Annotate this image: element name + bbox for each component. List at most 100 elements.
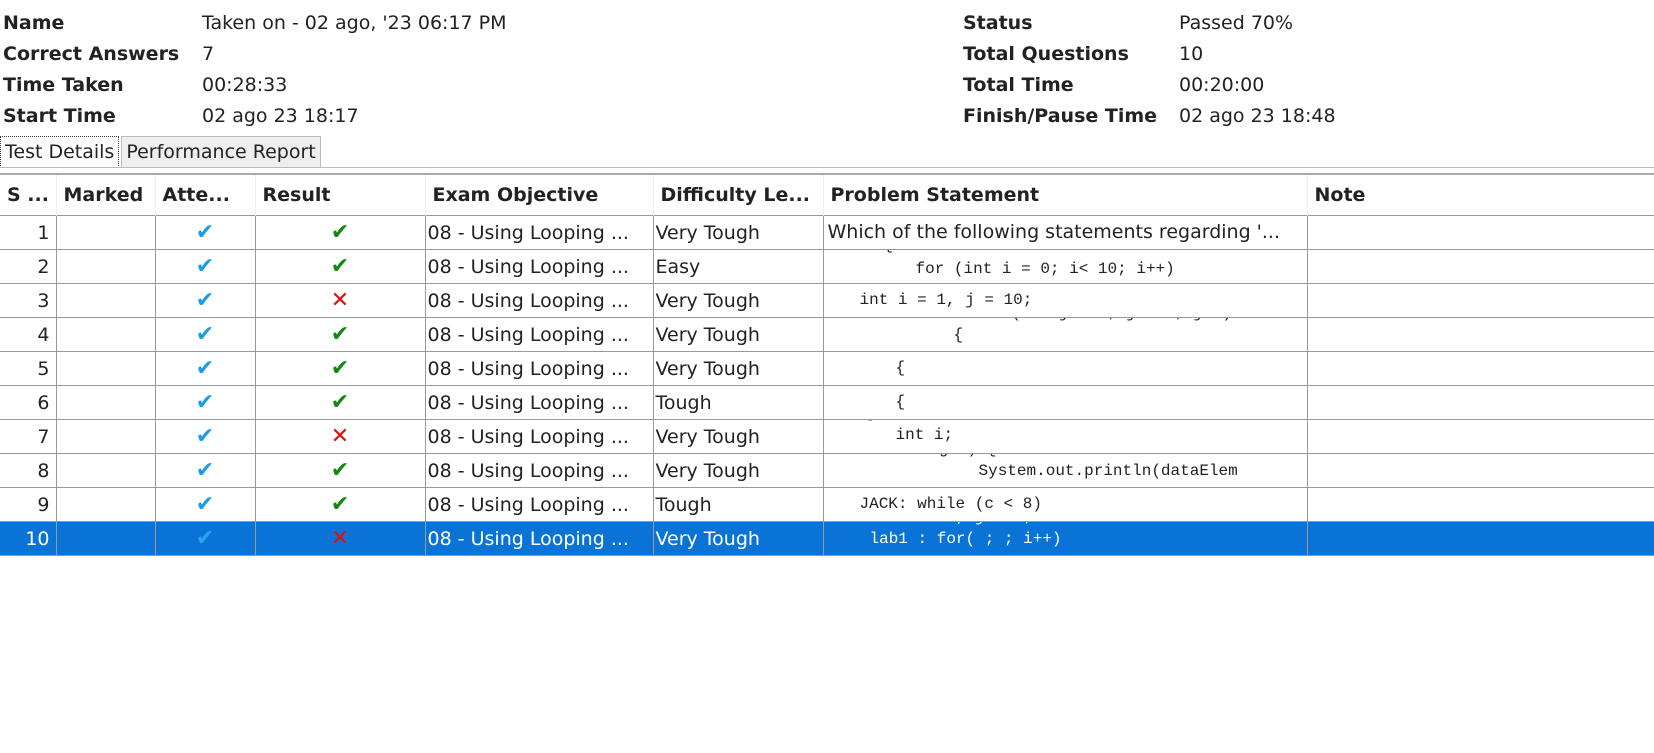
wrong-x-icon: ✕ bbox=[330, 288, 350, 313]
exam-objective: 08 - Using Looping ... bbox=[425, 215, 654, 250]
check-icon: ✔ bbox=[195, 220, 215, 245]
tab-performance-report[interactable]: Performance Report bbox=[121, 136, 321, 168]
correct-check-icon: ✔ bbox=[330, 322, 350, 347]
table-row[interactable]: 5 ✔ ✔ 08 - Using Looping ... Very Tough { bbox=[0, 351, 1654, 386]
difficulty-level: Easy bbox=[653, 249, 824, 284]
check-icon: ✔ bbox=[195, 492, 215, 517]
table-row[interactable]: 9 ✔ ✔ 08 - Using Looping ... Tough JACK: whil… bbox=[0, 487, 1654, 522]
divider bbox=[0, 167, 1654, 168]
column-header[interactable]: Exam Objective bbox=[425, 174, 654, 216]
wrong-x-icon: ✕ bbox=[330, 526, 350, 551]
exam-objective: 08 - Using Looping ... bbox=[425, 487, 654, 522]
result-cell: ✔ bbox=[255, 487, 426, 522]
summary-value: 10 bbox=[1179, 43, 1204, 65]
difficulty-level: Very Tough bbox=[653, 351, 824, 386]
marked-cell bbox=[56, 215, 156, 250]
note-cell bbox=[1307, 419, 1654, 454]
note-cell bbox=[1307, 215, 1654, 250]
summary-value: 00:28:33 bbox=[202, 74, 288, 96]
difficulty-level: Very Tough bbox=[653, 521, 824, 556]
table-row[interactable]: 6 ✔ ✔ 08 - Using Looping ... Tough { bbox=[0, 385, 1654, 420]
attempted-cell: ✔ bbox=[155, 419, 256, 454]
column-header[interactable]: Marked bbox=[56, 174, 156, 216]
column-header[interactable]: Result bbox=[255, 174, 426, 216]
column-header[interactable]: Difficulty Le... bbox=[653, 174, 824, 216]
attempted-cell: ✔ bbox=[155, 521, 256, 556]
attempted-cell: ✔ bbox=[155, 453, 256, 488]
summary-label: Time Taken bbox=[3, 74, 124, 96]
table-row[interactable]: 10 ✔ ✕ 08 - Using Looping ...Very Tough int … bbox=[0, 521, 1654, 556]
summary-value: Taken on - 02 ago, '23 06:17 PM bbox=[202, 12, 507, 34]
table-row[interactable]: 3 ✔ ✕ 08 - Using Looping ... Very Tough int i… bbox=[0, 283, 1654, 318]
table-row[interactable]: 1 ✔ ✔ 08 - Using Looping ... Very Tough Which… bbox=[0, 215, 1654, 250]
summary-value: 02 ago 23 18:17 bbox=[202, 105, 359, 127]
note-cell bbox=[1307, 385, 1654, 420]
tab-test-details[interactable]: Test Details bbox=[0, 136, 120, 168]
problem-text-line: int i; bbox=[895, 426, 954, 444]
attempted-cell: ✔ bbox=[155, 317, 256, 352]
marked-cell bbox=[56, 487, 156, 522]
problem-text-line: { bbox=[895, 393, 906, 411]
correct-check-icon: ✔ bbox=[330, 356, 350, 381]
problem-text-line: lab1 : for( ; ; i++) bbox=[869, 530, 1062, 548]
check-icon: ✔ bbox=[195, 424, 215, 449]
summary-label: Finish/Pause Time bbox=[963, 105, 1158, 127]
summary-label: Correct Answers bbox=[3, 43, 180, 65]
marked-cell bbox=[56, 283, 156, 318]
serial-number: 9 bbox=[0, 487, 57, 522]
result-cell: ✕ bbox=[255, 521, 426, 556]
attempted-cell: ✔ bbox=[155, 215, 256, 250]
table-row[interactable]: 8 ✔ ✔ 08 - Using Looping ...Very ToughdataL… bbox=[0, 453, 1654, 488]
problem-text-line: System.out.println(dataElem bbox=[978, 462, 1238, 480]
problem-text-line: { bbox=[953, 326, 964, 344]
problem-text-line: { bbox=[864, 421, 874, 423]
wrong-x-icon: ✕ bbox=[330, 424, 350, 449]
difficulty-level: Very Tough bbox=[653, 283, 824, 318]
difficulty-level: Very Tough bbox=[653, 419, 824, 454]
summary-label: Total Questions bbox=[963, 43, 1129, 65]
summary-value: 02 ago 23 18:48 bbox=[1179, 105, 1336, 127]
column-header[interactable]: S ... bbox=[0, 174, 57, 216]
serial-number: 10 bbox=[0, 521, 57, 556]
note-cell bbox=[1307, 521, 1654, 556]
column-header[interactable]: Atte... bbox=[155, 174, 256, 216]
result-cell: ✕ bbox=[255, 419, 426, 454]
problem-text-line: int i = 1, j = 10; bbox=[859, 291, 1033, 309]
problem-text-line: dataList.length) { bbox=[824, 455, 997, 459]
problem-text-line: int i = 0, j = 5; bbox=[870, 523, 1033, 527]
problem-text-line: for (int i = 0; i< 10; i++) bbox=[915, 260, 1175, 278]
difficulty-level: Very Tough bbox=[653, 317, 824, 352]
attempted-cell: ✔ bbox=[155, 385, 256, 420]
problem-statement: JACK: while (c < 8) bbox=[823, 487, 1308, 522]
note-cell bbox=[1307, 317, 1654, 352]
column-header[interactable]: Problem Statement bbox=[823, 174, 1308, 216]
problem-text-line: Which of the following statements regard… bbox=[827, 221, 1281, 243]
marked-cell bbox=[56, 385, 156, 420]
column-header[interactable]: Note bbox=[1307, 174, 1654, 216]
problem-statement: Which of the following statements regard… bbox=[823, 215, 1308, 250]
result-cell: ✔ bbox=[255, 385, 426, 420]
serial-number: 3 bbox=[0, 283, 57, 318]
note-cell bbox=[1307, 249, 1654, 284]
check-icon: ✔ bbox=[195, 356, 215, 381]
summary-label: Start Time bbox=[3, 105, 116, 127]
result-cell: ✔ bbox=[255, 453, 426, 488]
result-cell: ✔ bbox=[255, 351, 426, 386]
attempted-cell: ✔ bbox=[155, 283, 256, 318]
attempted-cell: ✔ bbox=[155, 487, 256, 522]
table-row[interactable]: 2 ✔ ✔ 08 - Using Looping ...Easy {for (int i… bbox=[0, 249, 1654, 284]
result-cell: ✔ bbox=[255, 249, 426, 284]
marked-cell bbox=[56, 521, 156, 556]
correct-check-icon: ✔ bbox=[330, 220, 350, 245]
exam-objective: 08 - Using Looping ... bbox=[425, 283, 654, 318]
table-row[interactable]: 7 ✔ ✕ 08 - Using Looping ...Very Tough {int … bbox=[0, 419, 1654, 454]
exam-objective: 08 - Using Looping ... bbox=[425, 521, 654, 556]
problem-text-line: { bbox=[884, 251, 894, 255]
problem-text-line: JACK: while (c < 8) bbox=[859, 495, 1042, 513]
summary-value: Passed 70% bbox=[1179, 12, 1294, 34]
table-row[interactable]: 4✔✔08 - Using Looping ...Very ToughB. fo… bbox=[0, 317, 1654, 352]
correct-check-icon: ✔ bbox=[330, 492, 350, 517]
serial-number: 2 bbox=[0, 249, 57, 284]
exam-objective: 08 - Using Looping ... bbox=[425, 351, 654, 386]
exam-objective: 08 - Using Looping ... bbox=[425, 317, 654, 352]
